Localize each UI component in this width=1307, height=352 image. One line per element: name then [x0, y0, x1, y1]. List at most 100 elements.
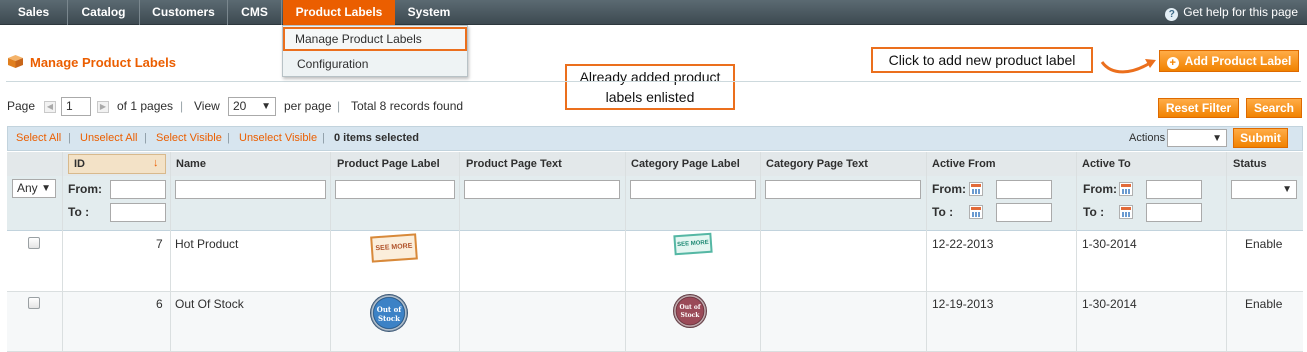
column-divider [760, 152, 761, 352]
category-label-filter-input[interactable] [630, 180, 756, 199]
top-navigation: Sales Catalog Customers CMS Product Labe… [0, 0, 1307, 25]
nav-system[interactable]: System [395, 0, 463, 25]
calendar-icon[interactable] [1119, 182, 1133, 196]
active-from-from-input[interactable] [996, 180, 1052, 199]
col-product-page-label[interactable]: Product Page Label [331, 152, 440, 176]
calendar-icon[interactable] [1119, 205, 1133, 219]
unselect-all-link[interactable]: Unselect All [80, 132, 137, 144]
active-to-to-input[interactable] [1146, 203, 1202, 222]
category-text-filter-input[interactable] [765, 180, 921, 199]
column-divider [1076, 152, 1077, 352]
sort-arrow-icon: ↓ [153, 157, 159, 169]
row-active-from: 12-22-2013 [932, 237, 994, 251]
per-page-select[interactable]: 20 ▼ [228, 97, 276, 116]
chevron-down-icon: ▼ [1282, 184, 1292, 195]
name-filter-input[interactable] [175, 180, 326, 199]
col-product-page-text[interactable]: Product Page Text [460, 152, 562, 176]
actions-select[interactable]: ▼ [1167, 129, 1227, 147]
page-label: Page [7, 99, 36, 113]
column-divider [62, 152, 63, 352]
col-status[interactable]: Status [1227, 152, 1267, 176]
chevron-down-icon: ▼ [261, 101, 271, 112]
per-page-value: 20 [233, 99, 247, 113]
active-from-to-input[interactable] [996, 203, 1052, 222]
mass-sep-4: | [322, 132, 325, 144]
active-from-from-label: From: [932, 182, 966, 196]
page-input[interactable]: 1 [61, 97, 91, 116]
any-value: Any [17, 181, 38, 195]
unselect-visible-link[interactable]: Unselect Visible [239, 132, 317, 144]
row-active-to: 1-30-2014 [1082, 237, 1137, 251]
row-id: 6 [156, 297, 163, 311]
id-from-label: From: [68, 182, 102, 196]
col-active-to[interactable]: Active To [1076, 152, 1131, 176]
search-button[interactable]: Search [1246, 98, 1302, 118]
next-page-button[interactable]: ▶ [97, 101, 109, 113]
select-visible-link[interactable]: Select Visible [156, 132, 222, 144]
items-selected: 0 items selected [334, 132, 419, 144]
mass-sep-2: | [144, 132, 147, 144]
product-text-filter-input[interactable] [464, 180, 620, 199]
col-id[interactable]: ID [68, 152, 85, 176]
add-product-label-button[interactable]: + Add Product Label [1159, 50, 1299, 72]
col-category-page-label[interactable]: Category Page Label [625, 152, 740, 176]
active-to-from-input[interactable] [1146, 180, 1202, 199]
row-checkbox[interactable] [28, 297, 40, 309]
out-of-stock-label-image: Out of Stock [370, 294, 408, 332]
row-status: Enable [1245, 237, 1283, 251]
row-active-from: 12-19-2013 [932, 297, 994, 311]
help-text: Get help for this page [1183, 5, 1298, 19]
select-all-link[interactable]: Select All [16, 132, 61, 144]
row-checkbox[interactable] [28, 237, 40, 249]
see-more-label-image: SEE MORE [370, 233, 418, 263]
product-label-filter-input[interactable] [335, 180, 455, 199]
chevron-down-icon: ▼ [41, 183, 51, 194]
plus-circle-icon: + [1166, 57, 1179, 69]
column-divider [330, 152, 331, 352]
nav-product-labels[interactable]: Product Labels [283, 0, 395, 25]
total-records: Total 8 records found [351, 99, 464, 113]
nav-customers[interactable]: Customers [140, 0, 228, 25]
calendar-icon[interactable] [969, 182, 983, 196]
page-title: Manage Product Labels [30, 55, 176, 70]
per-page-text: per page [284, 99, 332, 113]
id-to-input[interactable] [110, 203, 166, 222]
row-name: Out Of Stock [175, 297, 244, 311]
submit-button[interactable]: Submit [1233, 128, 1288, 148]
box-icon [8, 55, 23, 68]
col-category-page-text[interactable]: Category Page Text [760, 152, 868, 176]
chevron-down-icon: ▼ [1212, 133, 1222, 144]
reset-filter-button[interactable]: Reset Filter [1158, 98, 1239, 118]
column-divider [170, 152, 171, 352]
see-more-label-image-small: SEE MORE [673, 232, 713, 256]
question-circle-icon: ? [1165, 8, 1179, 21]
column-divider [926, 152, 927, 352]
column-divider [459, 152, 460, 352]
calendar-icon[interactable] [969, 205, 983, 219]
id-from-input[interactable] [110, 180, 166, 199]
callout-add-label: Click to add new product label [871, 47, 1093, 73]
col-name[interactable]: Name [170, 152, 206, 176]
col-active-from[interactable]: Active From [926, 152, 996, 176]
mass-sep-3: | [227, 132, 230, 144]
pager-separator-2: | [337, 99, 341, 113]
callout-list: Already added product labels enlisted [565, 64, 735, 110]
status-filter-select[interactable]: ▼ [1231, 180, 1297, 199]
nav-sales[interactable]: Sales [0, 0, 68, 25]
mass-sep-1: | [68, 132, 71, 144]
of-pages-text: of 1 pages [117, 99, 174, 113]
menu-item-configuration[interactable]: Configuration [283, 52, 467, 76]
actions-label: Actions [1129, 132, 1166, 144]
add-product-label-text: Add Product Label [1184, 54, 1292, 68]
menu-item-manage-product-labels[interactable]: Manage Product Labels [283, 27, 467, 51]
mass-filter-select[interactable]: Any ▼ [12, 179, 56, 198]
active-to-to-label: To : [1083, 205, 1105, 219]
nav-cms[interactable]: CMS [228, 0, 282, 25]
view-label: View [194, 99, 220, 113]
prev-page-button[interactable]: ◀ [44, 101, 56, 113]
nav-catalog[interactable]: Catalog [68, 0, 140, 25]
active-to-from-label: From: [1083, 182, 1117, 196]
row-id: 7 [156, 237, 163, 251]
help-link[interactable]: ? Get help for this page [1165, 0, 1298, 25]
column-divider [1226, 152, 1227, 352]
